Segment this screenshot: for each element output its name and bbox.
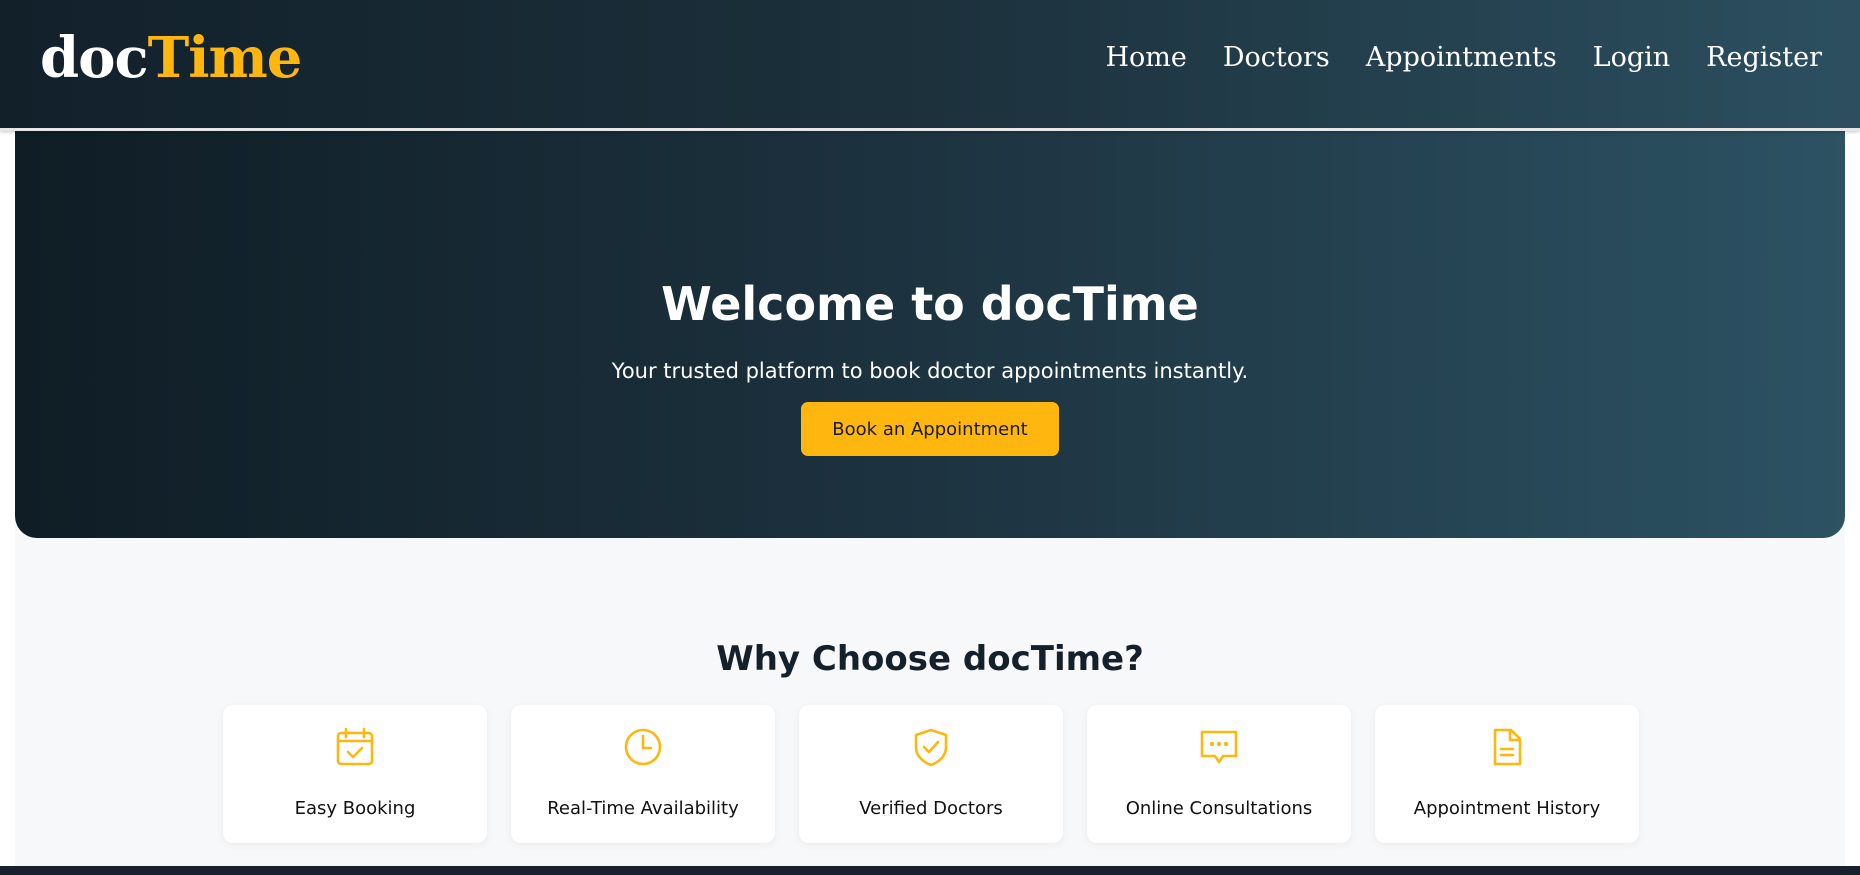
shield-check-icon [911,727,951,767]
feature-label: Appointment History [1413,798,1601,819]
feature-label: Easy Booking [294,798,416,819]
clock-icon [623,727,663,767]
hero-title: Welcome to docTime [661,277,1199,331]
feature-label: Verified Doctors [859,798,1003,819]
feature-card-real-time-availability[interactable]: Real-Time Availability [511,705,775,843]
nav-link-register[interactable]: Register [1706,38,1822,78]
nav-link-login[interactable]: Login [1593,38,1671,78]
feature-card-verified-doctors[interactable]: Verified Doctors [799,705,1063,843]
hero-section: Welcome to docTime Your trusted platform… [15,128,1845,538]
feature-label: Online Consultations [1125,798,1313,819]
chat-bubble-icon [1199,727,1239,767]
brand-logo-part-doc: doc [40,25,149,91]
nav-link-appointments[interactable]: Appointments [1366,38,1557,78]
feature-card-appointment-history[interactable]: Appointment History [1375,705,1639,843]
feature-label: Real-Time Availability [547,798,739,819]
brand-logo-part-time: Time [147,25,303,91]
features-title: Why Choose docTime? [716,639,1144,679]
calendar-check-icon [335,727,375,767]
document-icon [1487,727,1527,767]
main-nav: Home Doctors Appointments Login Register [1106,38,1823,78]
hero-subtitle: Your trusted platform to book doctor app… [611,359,1249,383]
bottom-strip [0,866,1860,875]
feature-card-online-consultations[interactable]: Online Consultations [1087,705,1351,843]
book-appointment-button[interactable]: Book an Appointment [801,402,1059,456]
brand-logo[interactable]: docTime [40,22,303,94]
nav-link-doctors[interactable]: Doctors [1223,38,1330,78]
nav-link-home[interactable]: Home [1106,38,1187,78]
navbar: docTime Home Doctors Appointments Login … [0,0,1860,131]
feature-card-easy-booking[interactable]: Easy Booking [223,705,487,843]
